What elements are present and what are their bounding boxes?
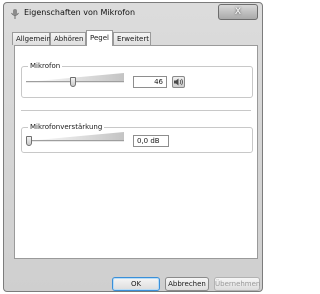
cancel-button[interactable]: Abbrechen <box>165 277 209 291</box>
mikrofonverstaerkung-label: Mikrofonverstärkung <box>28 123 105 131</box>
separator-line <box>21 110 251 111</box>
title-bar[interactable]: Eigenschaften von Mikrofon X <box>4 3 262 25</box>
properties-dialog: Eigenschaften von Mikrofon X Allgemein A… <box>3 2 263 292</box>
microphone-icon <box>11 9 19 19</box>
boost-value-field[interactable]: 0,0 dB <box>133 135 169 147</box>
close-icon: X <box>234 7 242 17</box>
window-title: Eigenschaften von Mikrofon <box>24 8 136 17</box>
mute-button[interactable] <box>172 76 185 88</box>
mikrofon-label: Mikrofon <box>28 62 63 70</box>
boost-slider-thumb[interactable] <box>26 136 32 146</box>
tab-pegel[interactable]: Pegel <box>86 30 113 46</box>
tab-allgemein[interactable]: Allgemein <box>12 32 51 45</box>
mikrofon-group: Mikrofon 46 <box>21 62 253 98</box>
close-button[interactable]: X <box>218 4 258 20</box>
ok-button[interactable]: OK <box>112 277 160 291</box>
tab-abhoeren[interactable]: Abhören <box>50 32 86 45</box>
tab-panel-pegel: Mikrofon 46 Mikrofonverstärkung 0,0 dB <box>14 45 258 259</box>
mikrofon-value-field[interactable]: 46 <box>133 76 167 88</box>
mikrofon-slider-thumb[interactable] <box>70 77 76 87</box>
boost-slider-line <box>26 140 124 142</box>
apply-button[interactable]: Übernehmen <box>214 277 260 291</box>
speaker-icon <box>174 78 183 86</box>
mikrofonverstaerkung-group: Mikrofonverstärkung 0,0 dB <box>21 123 253 153</box>
tab-erweitert[interactable]: Erweitert <box>113 32 151 45</box>
